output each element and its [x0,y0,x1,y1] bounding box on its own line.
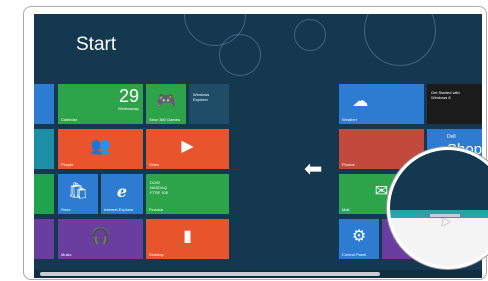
background-bubble [219,34,261,76]
music-label: Music [61,252,72,257]
calendar-label: Calendar [61,117,78,122]
shopping-bag-icon: 🛍 [67,183,89,200]
arrow-left-icon: ⬅ [304,156,323,181]
tile-internet-explorer[interactable]: e Internet Explorer [101,174,143,214]
tile-partial-left-1[interactable] [34,84,54,124]
tile-partial-left-2[interactable] [34,129,54,169]
cloud-icon: ☁ [352,93,369,110]
tile-people[interactable]: 👥 People [58,129,143,169]
desktop-icon: ▮ [183,228,192,245]
horizontal-scrollbar-track[interactable] [34,270,482,278]
tile-video[interactable]: ▶ Video [146,129,229,169]
explorer-line2: Explorer [193,97,208,102]
store-label: Store [61,207,71,212]
mail-label: Mail [342,207,350,212]
background-bubble [294,19,326,51]
tile-calendar[interactable]: 29 Wednesday Calendar [58,84,143,124]
tile-desktop[interactable]: ▮ Desktop [146,219,229,259]
video-icon: ▶ [181,138,194,155]
tile-windows-explorer[interactable]: Windows Explorer [189,84,229,124]
headphones-icon: 🎧 [90,228,111,245]
photos-label: Photos [342,162,355,167]
people-label: People [61,162,74,167]
magnified-background [390,150,488,210]
tile-settings[interactable]: ⚙ Control Panel [339,219,379,259]
horizontal-scrollbar-thumb[interactable] [40,272,380,276]
start-title: Start [76,34,117,55]
settings-label: Control Panel [342,252,367,257]
people-icon: 👥 [90,138,111,155]
tile-partial-left-4[interactable] [34,219,54,259]
calendar-number: 29 [118,86,139,106]
video-label: Video [149,162,160,167]
ie-label: Internet Explorer [104,207,134,212]
internet-explorer-icon: e [116,182,128,201]
mouse-pointer-icon: ➤ [440,214,451,229]
tile-finance[interactable]: DOW NASDAQ FTSE 100 Finance [146,174,229,214]
tile-store[interactable]: 🛍 Store [58,174,98,214]
tile-weather[interactable]: ☁ Weather [339,84,424,124]
xbox-label: Xbox 360 Games [149,117,180,122]
tile-music[interactable]: 🎧 Music [58,219,143,259]
background-bubble [364,14,436,66]
finance-label: Finance [149,207,164,212]
get-started-subtitle: Windows 8 [431,95,451,100]
envelope-icon: ✉ [374,183,389,200]
dell-brand: Dell [447,134,456,140]
gamepad-icon: 🎮 [156,93,176,110]
weather-label: Weather [342,117,358,122]
finance-row-3: FTSE 100 [150,190,169,195]
calendar-day: Wednesday [117,106,139,111]
tile-xbox[interactable]: 🎮 Xbox 360 Games [146,84,186,124]
desktop-label: Desktop [149,252,164,257]
tile-get-started[interactable]: Get Started with Windows 8 [427,84,482,124]
gear-icon: ⚙ [351,228,367,245]
tile-partial-left-3[interactable] [34,174,54,214]
